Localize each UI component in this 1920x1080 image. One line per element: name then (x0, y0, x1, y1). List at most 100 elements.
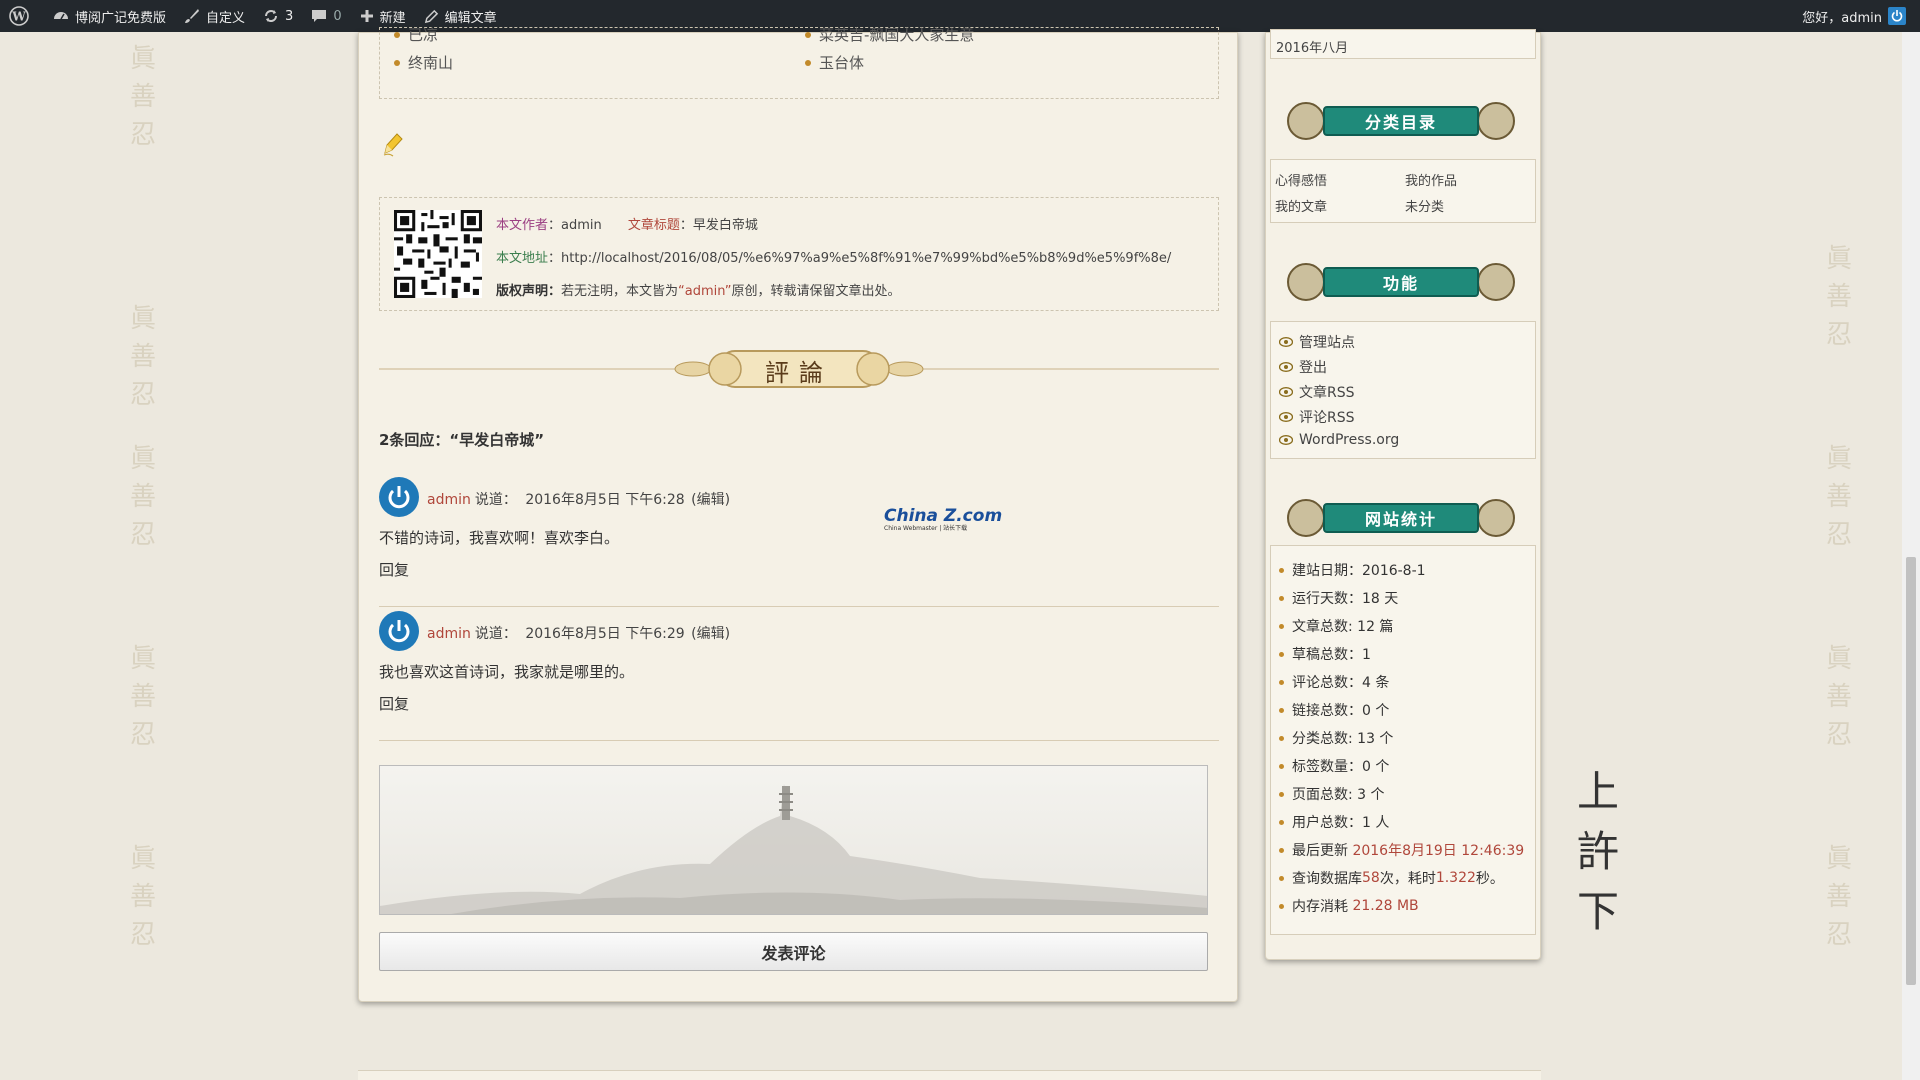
comment-bubble-icon (312, 10, 327, 22)
bg-glyph-column: 眞善忍 (1825, 444, 1852, 550)
bullet-icon (394, 31, 400, 38)
commenter-avatar-icon (379, 477, 419, 517)
stat-item: 标签数量：0 个 (1279, 756, 1389, 776)
bullet-icon (1279, 567, 1284, 573)
archive-widget: 2016年八月 (1270, 29, 1536, 59)
stats-widget: 建站日期：2016-8-1 运行天数：18 天 文章总数: 12 篇 草稿总数：… (1270, 545, 1536, 935)
user-avatar-icon[interactable] (1888, 7, 1906, 25)
bullet-icon (1279, 875, 1284, 881)
comment-textarea[interactable] (379, 765, 1208, 915)
copyright-line: 版权声明：若无注明，本文皆为“admin”原创，转载请保留文章出处。 (496, 284, 901, 299)
stat-item: 页面总数: 3 个 (1279, 784, 1385, 804)
bullet-icon (1279, 651, 1284, 657)
related-post-link[interactable]: 已凉 (394, 24, 438, 45)
comment-edit-link[interactable]: (编辑) (691, 626, 730, 642)
comments-divider-label: 評論 (765, 359, 833, 387)
wordpress-logo-button[interactable]: W (0, 0, 44, 32)
comment-date-link[interactable]: 2016年8月5日 下午6:29 (525, 626, 684, 642)
comments-title: 2条回应：“早发白帝城” (379, 431, 545, 449)
bullet-icon (1279, 623, 1284, 629)
footer-card-edge (358, 1070, 1541, 1080)
post-info-box: 本文作者：admin 文章标题：早发白帝城 本文地址：http://localh… (379, 197, 1219, 311)
post-content-card: 已凉 菜英吉-飘国大人家生意 终南山 玉台体 本文作者：admin 文章标题：早… (358, 26, 1238, 1002)
bullet-icon (1279, 847, 1284, 853)
function-link-admin[interactable]: 管理站点 (1279, 332, 1355, 352)
my-account-greeting[interactable]: 您好，admin (1802, 7, 1882, 26)
submit-comment-button[interactable]: 发表评论 (379, 932, 1208, 971)
wordpress-icon: W (9, 6, 29, 26)
updates-button[interactable]: 3 (254, 0, 302, 32)
eye-icon (1279, 412, 1293, 422)
post-url-link[interactable]: ：http://localhost/2016/08/05/%e6%97%a9%e… (548, 251, 1171, 266)
bg-glyph-column: 眞善忍 (1825, 844, 1852, 950)
category-link[interactable]: 我的文章 (1275, 196, 1327, 215)
bg-glyph-column: 眞善忍 (129, 44, 156, 150)
bg-glyph-column: 眞善忍 (129, 644, 156, 750)
stat-item: 分类总数: 13 个 (1279, 728, 1393, 748)
scrollbar-thumb[interactable] (1906, 557, 1916, 985)
eye-icon (1279, 337, 1293, 347)
bg-glyph-column: 眞善忍 (129, 304, 156, 410)
archive-month-link[interactable]: 2016年八月 (1276, 37, 1348, 56)
chinaz-watermark-logo: China Z.com China Webmaster | 站长下载 (884, 506, 1003, 532)
bg-glyph-column: 眞善忍 (1825, 244, 1852, 350)
comment-meta: admin 说道： 2016年8月5日 下午6:28 (编辑) (427, 492, 731, 508)
stat-item: 运行天数：18 天 (1279, 588, 1398, 608)
stat-item: 草稿总数：1 (1279, 644, 1371, 664)
bullet-icon (1279, 903, 1284, 909)
category-link[interactable]: 未分类 (1405, 196, 1444, 215)
stat-last-update: 最后更新 2016年8月19日 12:46:39 (1279, 840, 1524, 860)
customize-label: 自定义 (206, 10, 246, 26)
comment-body: 不错的诗词，我喜欢啊！喜欢李白。 (379, 529, 620, 547)
related-posts-box: 已凉 菜英吉-飘国大人家生意 终南山 玉台体 (379, 24, 1219, 99)
bullet-icon (1279, 763, 1284, 769)
page-scrollbar[interactable] (1902, 32, 1920, 1080)
commenter-avatar-icon (379, 611, 419, 651)
related-post-link[interactable]: 菜英吉-飘国大人家生意 (805, 24, 974, 45)
post-author-line: 本文作者：admin 文章标题：早发白帝城 (496, 218, 758, 233)
bullet-icon (805, 59, 811, 66)
category-link[interactable]: 我的作品 (1405, 170, 1457, 189)
bg-glyph-column: 眞善忍 (1825, 644, 1852, 750)
comment-reply-link[interactable]: 回复 (379, 559, 409, 580)
updates-count: 3 (285, 8, 294, 24)
functions-title: 功能 (1382, 274, 1419, 293)
site-name-button[interactable]: 博阅广记免费版 (44, 0, 175, 32)
stat-item: 链接总数：0 个 (1279, 700, 1389, 720)
function-link-comment-rss[interactable]: 评论RSS (1279, 407, 1355, 427)
comment-reply-link[interactable]: 回复 (379, 693, 409, 714)
landscape-painting-icon (380, 784, 1207, 914)
pencil-icon (424, 9, 438, 23)
category-link[interactable]: 心得感悟 (1275, 170, 1327, 189)
functions-widget: 管理站点 登出 文章RSS 评论RSS WordPress.org (1270, 321, 1536, 459)
side-calligraphy: 上 許 下 (1576, 767, 1619, 936)
related-post-link[interactable]: 终南山 (394, 52, 453, 73)
sidebar: 2016年八月 分类目录 心得感悟 我的作品 我的文章 未分类 功能 管理站点 … (1265, 29, 1541, 960)
updates-icon (265, 10, 278, 22)
stat-item: 建站日期：2016-8-1 (1279, 560, 1426, 580)
function-link-wordpress[interactable]: WordPress.org (1279, 432, 1399, 448)
edit-post-label: 编辑文章 (444, 10, 497, 26)
yellow-pencil-icon (383, 133, 403, 157)
stats-title: 网站统计 (1364, 510, 1437, 529)
customize-button[interactable]: 自定义 (175, 0, 254, 32)
comment-author-link[interactable]: admin (427, 492, 471, 508)
stat-item: 评论总数：4 条 (1279, 672, 1389, 692)
eye-icon (1279, 435, 1293, 445)
comment-author-link[interactable]: admin (427, 626, 471, 642)
bullet-icon (1279, 791, 1284, 797)
comment-meta: admin 说道： 2016年8月5日 下午6:29 (编辑) (427, 626, 731, 642)
comment-date-link[interactable]: 2016年8月5日 下午6:28 (525, 492, 684, 508)
function-link-logout[interactable]: 登出 (1279, 357, 1327, 377)
dashboard-icon (54, 12, 68, 20)
bg-glyph-column: 眞善忍 (129, 444, 156, 550)
related-post-link[interactable]: 玉台体 (805, 52, 864, 73)
comment-item: admin 说道： 2016年8月5日 下午6:28 (编辑) 不错的诗词，我喜欢… (379, 477, 1219, 607)
comment-edit-link[interactable]: (编辑) (691, 492, 730, 508)
categories-title: 分类目录 (1364, 113, 1437, 132)
stat-item: 文章总数: 12 篇 (1279, 616, 1393, 636)
brush-icon (185, 9, 200, 23)
bullet-icon (1279, 679, 1284, 685)
comments-button[interactable]: 0 (302, 0, 350, 32)
function-link-post-rss[interactable]: 文章RSS (1279, 382, 1355, 402)
